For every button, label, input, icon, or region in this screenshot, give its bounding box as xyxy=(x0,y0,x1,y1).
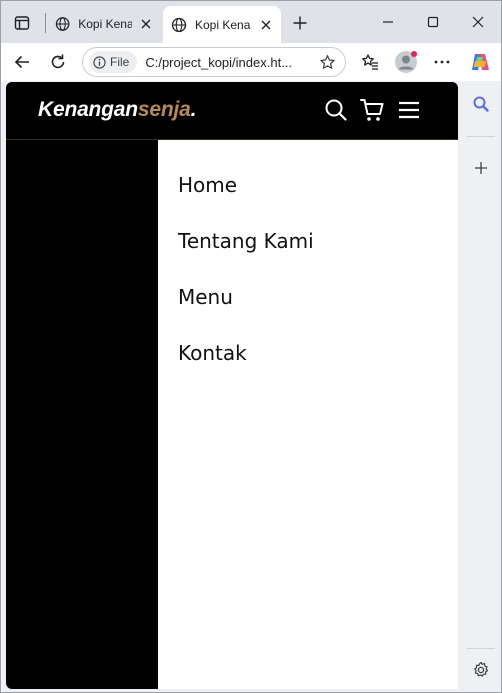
browser-toolbar: File C:/project_kopi/index.ht... xyxy=(1,43,501,81)
page-background-dark xyxy=(6,140,158,689)
copilot-button[interactable] xyxy=(467,49,493,75)
scheme-label: File xyxy=(110,55,130,69)
more-dots-icon xyxy=(434,60,450,64)
info-icon xyxy=(93,55,106,69)
site-info-chip[interactable]: File xyxy=(89,51,138,73)
page-viewport: Kenangansenja. Home Tentang Kami Menu Ko… xyxy=(6,82,458,689)
mobile-nav-menu: Home Tentang Kami Menu Kontak xyxy=(158,140,458,689)
more-menu-button[interactable] xyxy=(429,49,455,75)
tab-actions-button[interactable] xyxy=(9,10,35,36)
minimize-button[interactable] xyxy=(375,9,401,35)
add-sidebar-app-button[interactable] xyxy=(468,155,494,181)
logo-accent-text: senja xyxy=(137,98,191,121)
address-bar[interactable]: File C:/project_kopi/index.ht... xyxy=(82,47,346,77)
url-text[interactable]: C:/project_kopi/index.ht... xyxy=(145,55,315,70)
hamburger-menu-icon xyxy=(399,101,419,119)
maximize-icon xyxy=(427,16,439,28)
site-cart-button[interactable] xyxy=(358,96,386,124)
copilot-icon xyxy=(472,54,489,70)
avatar-icon xyxy=(395,51,417,73)
new-tab-button[interactable] xyxy=(287,10,313,36)
close-tab-button[interactable] xyxy=(259,18,273,32)
globe-icon xyxy=(171,17,187,32)
close-icon xyxy=(141,19,151,29)
maximize-button[interactable] xyxy=(420,9,446,35)
search-icon xyxy=(473,96,489,112)
browser-tab-2-active[interactable]: Kopi Kenar xyxy=(163,6,281,43)
site-search-button[interactable] xyxy=(322,96,350,124)
arrow-left-icon xyxy=(14,55,29,69)
sidebar-settings-button[interactable] xyxy=(468,657,494,683)
plus-icon xyxy=(293,16,307,30)
close-window-button[interactable] xyxy=(465,9,491,35)
site-menu-toggle-button[interactable] xyxy=(395,96,423,124)
favorites-button[interactable] xyxy=(357,49,383,75)
tab-strip: Kopi Kenar Kopi Kenar xyxy=(1,1,501,43)
reload-button[interactable] xyxy=(45,49,71,75)
tab-title: Kopi Kenar xyxy=(195,17,251,32)
nav-link-kontak[interactable]: Kontak xyxy=(178,341,247,365)
search-icon xyxy=(325,99,347,121)
divider xyxy=(467,648,495,649)
tab-title: Kopi Kenar xyxy=(78,17,131,31)
back-button[interactable] xyxy=(9,49,35,75)
reload-icon xyxy=(51,54,65,69)
gear-icon xyxy=(474,661,489,677)
browser-tab-1[interactable]: Kopi Kenar xyxy=(47,7,161,41)
close-icon xyxy=(261,20,271,29)
plus-icon xyxy=(475,162,487,174)
close-icon xyxy=(472,16,484,28)
globe-icon xyxy=(55,17,70,31)
nav-link-menu[interactable]: Menu xyxy=(178,285,233,309)
favorites-list-icon xyxy=(362,54,378,70)
favorite-button[interactable] xyxy=(317,52,337,72)
site-logo[interactable]: Kenangansenja. xyxy=(38,98,196,122)
site-navbar: Kenangansenja. xyxy=(6,82,458,140)
tab-separator xyxy=(45,13,46,33)
side-panel xyxy=(460,81,501,692)
logo-dot: . xyxy=(190,98,197,121)
divider xyxy=(467,136,495,137)
star-icon xyxy=(319,54,335,69)
shopping-cart-icon xyxy=(360,99,384,121)
tab-actions-icon xyxy=(14,16,30,30)
minimize-icon xyxy=(383,21,393,23)
logo-main-text: Kenangan xyxy=(38,98,138,121)
nav-link-home[interactable]: Home xyxy=(178,173,237,197)
search-sidebar-button[interactable] xyxy=(468,91,494,117)
close-tab-button[interactable] xyxy=(140,17,153,31)
profile-button[interactable] xyxy=(393,49,419,75)
nav-link-tentang-kami[interactable]: Tentang Kami xyxy=(178,229,314,253)
browser-window: Kopi Kenar Kopi Kenar xyxy=(0,0,502,693)
